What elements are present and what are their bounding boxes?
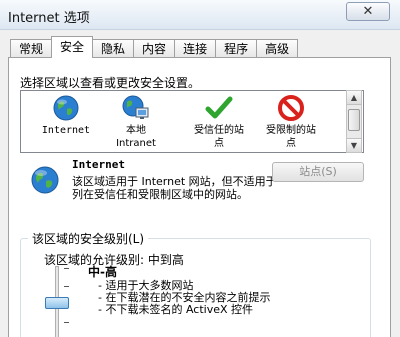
zone-list: Internet 本地 Intranet 受信任的站 点 受限制的站 点 xyxy=(20,90,364,153)
tab-strip: 常规 安全 隐私 内容 连接 程序 高级 xyxy=(10,36,299,58)
tab-advanced[interactable]: 高级 xyxy=(256,39,299,58)
slider-tick xyxy=(64,286,69,287)
zone-label-restricted: 受限制的站 点 xyxy=(266,125,316,149)
security-level-name: 中-高 xyxy=(88,265,117,279)
slider-tick xyxy=(64,322,69,323)
security-level-legend: 该区域的安全级别(L) xyxy=(28,230,149,247)
zone-local-intranet[interactable]: 本地 Intranet xyxy=(96,94,176,150)
scroll-down-arrow-icon[interactable]: ▼ xyxy=(347,138,361,152)
close-button[interactable]: ✕ xyxy=(346,2,390,21)
slider-tick xyxy=(64,268,69,269)
window-title: Internet 选项 xyxy=(8,11,90,26)
tab-connections[interactable]: 连接 xyxy=(174,39,217,58)
zone-instruction: 选择区域以查看或更改安全设置。 xyxy=(20,76,201,90)
scroll-up-arrow-icon[interactable]: ▲ xyxy=(347,91,361,105)
zone-list-scrollbar[interactable]: ▲ ▼ xyxy=(346,90,362,153)
zone-label-intranet: 本地 Intranet xyxy=(116,125,156,149)
tab-security[interactable]: 安全 xyxy=(51,36,94,58)
tab-privacy[interactable]: 隐私 xyxy=(92,39,135,58)
sites-button[interactable]: 站点(S) xyxy=(272,162,364,182)
selected-zone-globe-icon xyxy=(30,165,60,195)
tab-content[interactable]: 内容 xyxy=(133,39,176,58)
close-icon: ✕ xyxy=(362,4,374,19)
checkmark-icon xyxy=(204,94,234,122)
zone-label-trusted: 受信任的站 点 xyxy=(194,125,244,149)
tab-programs[interactable]: 程序 xyxy=(215,39,258,58)
globe-icon xyxy=(51,94,81,122)
selected-zone-name: Internet xyxy=(72,158,125,171)
zone-internet[interactable]: Internet xyxy=(26,94,106,137)
title-bar: Internet 选项 ✕ xyxy=(0,0,400,30)
zone-trusted-sites[interactable]: 受信任的站 点 xyxy=(179,94,259,150)
slider-thumb[interactable] xyxy=(45,297,69,309)
list-item: 不下载未签名的 ActiveX 控件 xyxy=(98,304,270,316)
zone-restricted-sites[interactable]: 受限制的站 点 xyxy=(251,94,331,150)
zone-label-internet: Internet xyxy=(41,125,91,136)
selected-zone-description: 该区域适用于 Internet 网站，但不适用于列在受信任和受限制区域中的网站。 xyxy=(72,175,277,201)
intranet-icon xyxy=(121,94,151,122)
scroll-thumb[interactable] xyxy=(348,109,360,131)
prohibited-icon xyxy=(276,94,306,122)
security-level-slider[interactable] xyxy=(40,262,74,337)
tab-general[interactable]: 常规 xyxy=(10,39,53,58)
internet-options-dialog: Internet 选项 ✕ 常规 安全 隐私 内容 连接 程序 高级 选择区域以… xyxy=(0,0,400,337)
security-level-details: 适用于大多数网站 在下载潜在的不安全内容之前提示 不下载未签名的 ActiveX… xyxy=(98,280,270,316)
